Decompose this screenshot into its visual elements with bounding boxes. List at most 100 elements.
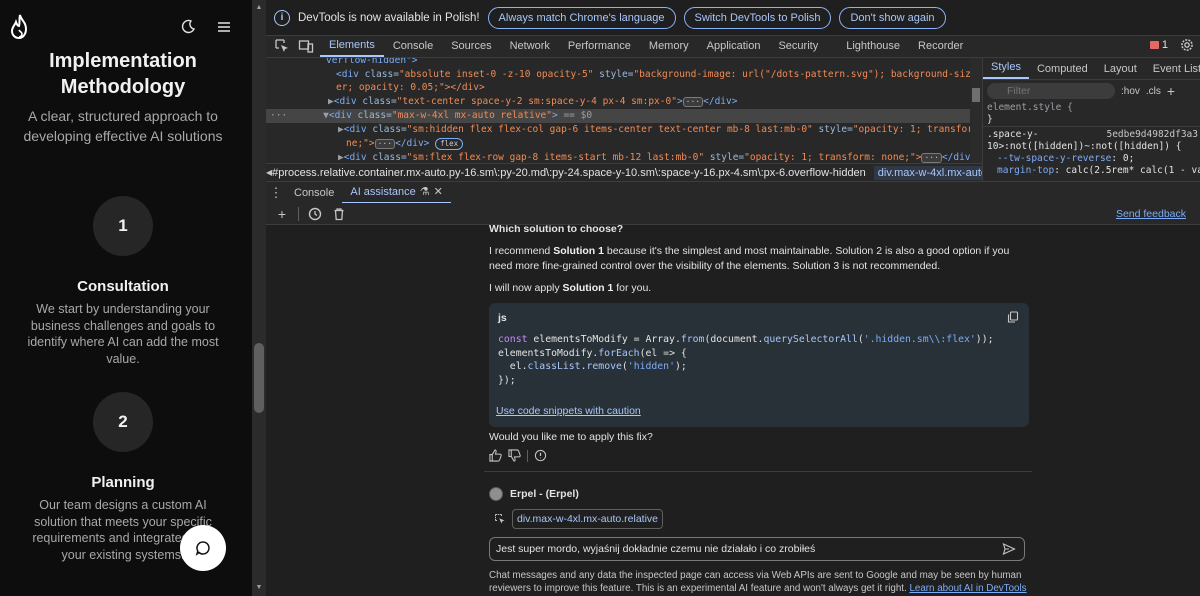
elements-scrollbar[interactable] [970,58,982,163]
report-info-icon[interactable] [534,449,547,462]
style-rule-selector[interactable]: .space-y- 5edbe9d4982df3a3 [983,126,1200,141]
drawer-tabbar: ⋮ Console AI assistance ⚗ ✕ [266,181,1200,204]
styles-pane: Styles Computed Layout Event Listene ⏷ :… [982,58,1200,181]
thumbs-up-icon[interactable] [489,449,502,462]
inspect-element-icon[interactable] [274,38,290,54]
answer-heading: Which solution to choose? [489,225,624,235]
tab-elements[interactable]: Elements [320,39,384,57]
scrollbar-thumb[interactable] [972,88,980,102]
tab-styles[interactable]: Styles [983,61,1029,79]
tab-security[interactable]: Security [769,39,827,57]
node-actions-icon: ··· [270,110,288,121]
delete-trash-icon[interactable] [331,206,347,222]
inspect-element-icon[interactable] [494,513,506,525]
send-icon[interactable] [1002,542,1016,556]
style-rule-selector[interactable]: 10>:not([hidden])~:not([hidden]) { [983,141,1200,153]
style-rule-selector[interactable]: element.style { [983,102,1200,114]
prompt-input[interactable]: Jest super mordo, wyjaśnij dokładnie cze… [489,537,1025,561]
page-scrollbar[interactable]: ▲ ▼ [252,0,266,596]
tab-network[interactable]: Network [501,39,559,57]
dom-node-line[interactable]: <div class="absolute inset-0 -z-10 opaci… [266,68,972,82]
collapsed-children-icon: ··· [682,97,704,107]
history-icon[interactable] [307,206,323,222]
selected-context: div.max-w-4xl.mx-auto.relative [494,509,664,529]
tab-console-drawer[interactable]: Console [286,182,342,204]
settings-gear-icon[interactable] [1180,38,1194,52]
code-caution-link[interactable]: Use code snippets with caution [496,405,641,417]
divider [484,471,1032,472]
tab-console[interactable]: Console [384,39,442,57]
hamburger-menu-icon[interactable] [216,19,232,35]
context-element-chip[interactable]: div.max-w-4xl.mx-auto.relative [512,509,664,529]
tab-computed[interactable]: Computed [1029,63,1096,79]
breadcrumb-item[interactable]: #process.relative.container.mx-auto.py-1… [272,167,866,179]
scrollbar-thumb[interactable] [254,343,264,413]
device-toolbar-icon[interactable] [298,38,314,54]
style-source-link[interactable]: 5edbe9d4982df3a3 [1106,129,1198,141]
chat-fab-button[interactable] [180,525,226,571]
chat-bubble-icon [195,541,210,556]
flex-badge[interactable]: flex [435,138,464,150]
user-name: Erpel - (Erpel) [510,488,579,500]
step-number-badge: 1 [93,196,153,256]
issues-badge[interactable]: 1 [1149,39,1168,51]
thumbs-down-icon[interactable] [508,449,521,462]
collapsed-children-icon: ··· [374,139,396,149]
dont-show-again-button[interactable]: Don't show again [839,6,946,29]
scroll-down-arrow-icon[interactable]: ▼ [255,584,263,591]
tab-event-listeners[interactable]: Event Listene [1145,63,1200,79]
copy-icon[interactable] [1007,311,1019,323]
close-tab-icon[interactable]: ✕ [434,185,443,198]
breadcrumb-item-active[interactable]: div.max-w-4xl.mx-auto.relative [873,165,982,180]
code-language-label: js [498,312,507,324]
step-number-badge: 2 [93,392,153,452]
match-language-button[interactable]: Always match Chrome's language [487,6,676,29]
flame-logo-icon[interactable] [8,14,32,40]
send-feedback-link[interactable]: Send feedback [1116,208,1186,220]
step-title: Consultation [77,278,169,295]
dom-node-line[interactable]: ▶<div class="sm:flex flex-row gap-8 item… [266,151,972,163]
page-subtitle: A clear, structured approach to developi… [23,108,223,144]
tab-lighthouse[interactable]: Lighthouse [837,39,909,57]
user-message-header: Erpel - (Erpel) [489,487,579,501]
language-infobar: i DevTools is now available in Polish! A… [266,0,1200,36]
styles-filter-input[interactable] [987,83,1115,99]
step-description: We start by understanding your business … [27,302,219,366]
devtools-panel: i DevTools is now available in Polish! A… [266,0,1200,596]
new-chat-plus-icon[interactable]: + [274,206,290,222]
tab-sources[interactable]: Sources [442,39,500,57]
ai-chat-body: Which solution to choose? I recommend So… [266,225,1200,596]
selected-dom-node[interactable]: ··· ▼<div class="max-w-4xl mx-auto relati… [266,109,972,123]
inspected-page: Implementation Methodology A clear, stru… [0,0,252,596]
feedback-row [489,449,547,462]
tab-memory[interactable]: Memory [640,39,698,57]
style-declaration[interactable]: --tw-space-y-reverse: 0; [983,153,1200,165]
tab-performance[interactable]: Performance [559,39,640,57]
ai-toolbar: + Send feedback [266,203,1200,225]
drawer-menu-icon[interactable]: ⋮ [266,185,286,201]
dom-node-line[interactable]: verflow-hidden"> [266,58,972,68]
dom-node-line[interactable]: ▶<div class="text-center space-y-2 sm:sp… [266,95,972,109]
answer-paragraph: I recommend Solution 1 because it's the … [489,245,1010,272]
switch-language-button[interactable]: Switch DevTools to Polish [683,6,832,29]
dom-node-line[interactable]: er; opacity: 0.05;"></div> [266,81,972,95]
hov-toggle[interactable]: :hov [1121,86,1140,97]
dom-node-line[interactable]: ▶<div class="sm:hidden flex flex-col gap… [266,123,972,137]
cls-toggle[interactable]: .cls [1146,86,1161,97]
scroll-up-arrow-icon[interactable]: ▲ [255,4,263,11]
new-rule-plus-icon[interactable]: + [1167,83,1175,99]
tab-layout[interactable]: Layout [1096,63,1145,79]
elements-tree[interactable]: verflow-hidden"> <div class="absolute in… [266,58,982,163]
style-declaration[interactable]: margin-top: calc(2.5rem* calc(1 - var [983,165,1200,177]
tab-recorder[interactable]: Recorder [909,39,972,57]
learn-about-ai-link[interactable]: Learn about AI in DevTools [909,583,1026,594]
style-rule-end: } [987,114,993,125]
tab-application[interactable]: Application [698,39,770,57]
tab-ai-assistance[interactable]: AI assistance ⚗ ✕ [342,182,451,204]
app-root: Implementation Methodology A clear, stru… [0,0,1200,596]
breadcrumb: ◀ #process.relative.container.mx-auto.py… [266,163,982,181]
prompt-text[interactable]: Jest super mordo, wyjaśnij dokładnie cze… [496,543,1002,555]
moon-icon[interactable] [180,19,196,35]
dom-node-line[interactable]: ne;"> ··· </div> flex [266,137,972,151]
answer-question: Would you like me to apply this fix? [489,431,653,443]
